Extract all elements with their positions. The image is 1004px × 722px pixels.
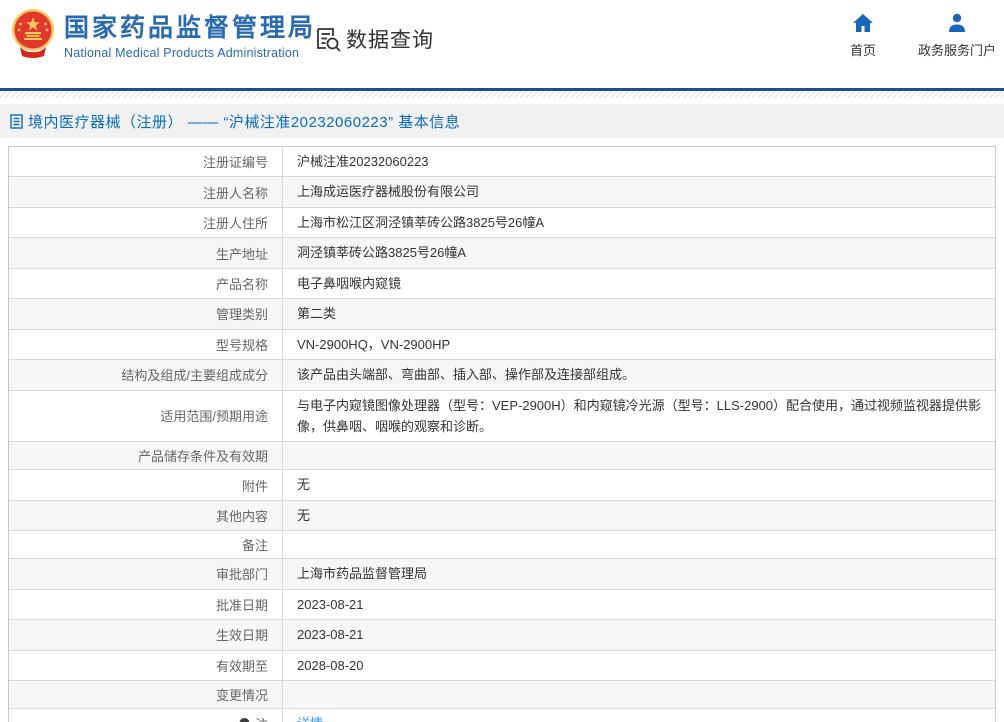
row-label: 注: [9, 709, 283, 722]
row-label: 附件: [9, 470, 283, 500]
row-value: 2023-08-21: [297, 627, 364, 643]
row-value: 沪械注准20232060223: [297, 154, 429, 169]
row-value: 电子鼻咽喉内窥镜: [297, 275, 402, 291]
row-value: 第二类: [297, 306, 337, 322]
data-query-section[interactable]: 数据查询: [315, 24, 434, 54]
site-brand: 国家药品监督管理局 National Medical Products Admi…: [64, 13, 316, 60]
row-value: VN-2900HQ，VN-2900HP: [297, 336, 451, 352]
table-row: 生效日期 2023-08-21: [9, 620, 995, 651]
table-row: 有效期至 2028-08-20: [9, 650, 995, 681]
table-row: 注册证编号 沪械注准20232060223: [9, 147, 995, 178]
table-row: 管理类别 第二类: [9, 299, 995, 330]
table-row: 结构及组成/主要组成成分 该产品由头端部、弯曲部、插入部、操作部及连接部组成。: [9, 360, 995, 391]
row-label-text: 其他内容: [215, 509, 268, 525]
row-label: 适用范围/预期用途: [9, 390, 283, 442]
row-value: 上海市松江区洞泾镇莘砖公路3825号26幢A: [297, 214, 545, 230]
row-label: 审批部门: [9, 559, 283, 589]
row-label-text: 型号规格: [215, 337, 268, 353]
row-label: 备注: [9, 531, 283, 559]
row-value: [283, 691, 995, 699]
row-label-text: 结构及组成/主要组成成分: [121, 368, 268, 384]
row-label-text: 批准日期: [215, 597, 268, 613]
info-table: 注册证编号 沪械注准20232060223 注册人名称 上海成运医疗器械股份有限…: [8, 146, 996, 722]
site-header: 国家药品监督管理局 National Medical Products Admi…: [0, 0, 1004, 88]
row-label-text: 管理类别: [215, 307, 268, 323]
table-row: 批准日期 2023-08-21: [9, 589, 995, 621]
table-row: 变更情况: [9, 681, 995, 709]
table-row: 注册人住所 上海市松江区洞泾镇莘砖公路3825号26幢A: [9, 207, 995, 239]
home-icon: [852, 13, 874, 33]
row-label: 型号规格: [9, 329, 283, 360]
table-row: 备注: [9, 531, 995, 560]
row-label-text: 适用范围/预期用途: [160, 409, 268, 425]
table-row: 产品储存条件及有效期: [9, 442, 995, 471]
row-value: 无: [297, 507, 311, 523]
table-row: 审批部门 上海市药品监督管理局: [9, 559, 995, 590]
table-row: 注 详情: [9, 709, 995, 722]
row-label: 批准日期: [9, 589, 283, 620]
row-label-text: 备注: [241, 538, 268, 554]
top-navigation: 首页 政务服务门户: [842, 13, 996, 59]
row-label: 产品名称: [9, 268, 283, 299]
row-label-text: 注册人住所: [202, 216, 268, 232]
row-value: 洞泾镇莘砖公路3825号26幢A: [297, 245, 467, 261]
table-row: 适用范围/预期用途 与电子内窥镜图像处理器（型号：VEP-2900H）和内窥镜冷…: [9, 390, 995, 443]
row-label-text: 产品储存条件及有效期: [137, 449, 268, 465]
row-label-text: 注册证编号: [202, 155, 268, 171]
row-label-text: 审批部门: [215, 567, 268, 583]
site-subtitle: National Medical Products Administration: [64, 46, 300, 60]
document-search-icon: [315, 26, 342, 53]
row-value: 与电子内窥镜图像处理器（型号：VEP-2900H）和内窥镜冷光源（型号：LLS-…: [297, 397, 982, 434]
table-row: 附件 无: [9, 470, 995, 501]
row-label-text: 变更情况: [215, 688, 268, 703]
row-value: 上海成运医疗器械股份有限公司: [297, 184, 480, 200]
user-icon: [946, 13, 968, 33]
row-value: 2023-08-21: [297, 596, 364, 612]
nav-gov-portal[interactable]: 政务服务门户: [918, 13, 996, 59]
table-row: 注册人名称 上海成运医疗器械股份有限公司: [9, 177, 995, 208]
row-value: 无: [297, 477, 311, 493]
row-label-text: 产品名称: [215, 276, 268, 292]
row-label-text: 附件: [241, 478, 268, 494]
table-row: 产品名称 电子鼻咽喉内窥镜: [9, 268, 995, 300]
page: 国家药品监督管理局 National Medical Products Admi…: [0, 0, 1004, 722]
row-value: 2028-08-20: [297, 657, 364, 673]
note-icon: [238, 717, 251, 722]
row-label: 注册人名称: [9, 177, 283, 207]
row-label: 产品储存条件及有效期: [9, 442, 283, 470]
table-row: 型号规格 VN-2900HQ，VN-2900HP: [9, 329, 995, 361]
breadcrumb-bar: 境内医疗器械（注册） —— “沪械注准20232060223” 基本信息: [0, 104, 1004, 138]
row-label: 其他内容: [9, 500, 283, 531]
row-label-text: 有效期至: [215, 658, 268, 674]
nav-home-label: 首页: [849, 43, 876, 58]
row-value: [283, 541, 995, 549]
row-label: 结构及组成/主要组成成分: [9, 360, 283, 390]
row-label-text: 注册人名称: [202, 185, 268, 201]
row-value: [283, 452, 995, 460]
row-value: 该产品由头端部、弯曲部、插入部、操作部及连接部组成。: [297, 367, 636, 383]
row-value: 详情: [283, 709, 995, 722]
breadcrumb: 境内医疗器械（注册） —— “沪械注准20232060223” 基本信息: [28, 113, 461, 131]
row-label: 生效日期: [9, 620, 283, 650]
detail-link[interactable]: 详情: [297, 716, 323, 722]
row-label: 注册证编号: [9, 147, 283, 177]
row-label: 有效期至: [9, 650, 283, 680]
row-label: 变更情况: [9, 681, 283, 708]
header-hatch-band: [0, 91, 1004, 98]
row-label: 生产地址: [9, 238, 283, 268]
row-label-text: 注: [255, 714, 268, 722]
document-icon: [10, 113, 23, 129]
table-row: 生产地址 洞泾镇莘砖公路3825号26幢A: [9, 238, 995, 269]
row-label: 管理类别: [9, 299, 283, 329]
row-label-text: 生效日期: [215, 628, 268, 644]
data-query-label: 数据查询: [346, 29, 434, 52]
row-label-text: 生产地址: [215, 246, 268, 262]
table-row: 其他内容 无: [9, 500, 995, 532]
row-value: 上海市药品监督管理局: [297, 566, 428, 582]
nav-gov-portal-label: 政务服务门户: [917, 43, 996, 58]
nav-home[interactable]: 首页: [842, 13, 884, 59]
site-title: 国家药品监督管理局: [64, 14, 317, 42]
row-label: 注册人住所: [9, 207, 283, 238]
national-emblem-logo[interactable]: [8, 7, 58, 59]
